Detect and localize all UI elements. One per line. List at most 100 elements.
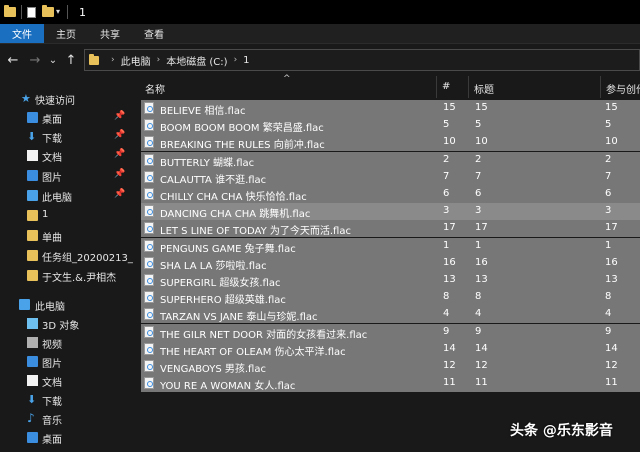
back-button[interactable]: ← xyxy=(2,49,24,71)
sidebar-item-music[interactable]: ♪ 音乐 xyxy=(0,409,135,428)
sidebar-item-task-group[interactable]: 任务组_20200213_ xyxy=(0,246,135,265)
file-row[interactable]: BUTTERLY 蝴蝶.flac 2 2 2 xyxy=(141,151,640,169)
new-folder-icon[interactable] xyxy=(42,5,54,17)
navigation-pane: ★ 快速访问 桌面 📌 ⬇ 下载 📌 文档 📌 图片 📌 此电脑 📌 1 单曲 … xyxy=(0,76,135,452)
sidebar-item-this-pc-quick[interactable]: 此电脑 📌 xyxy=(0,186,135,205)
contributing-artists: 3 xyxy=(605,205,612,217)
contributing-artists: 13 xyxy=(605,274,618,285)
file-row[interactable]: CHILLY CHA CHA 快乐恰恰.flac 6 6 6 xyxy=(141,186,640,203)
file-row[interactable]: LET S LINE OF TODAY 为了今天而活.flac 17 17 17 xyxy=(141,220,640,238)
breadcrumb-this-pc[interactable]: 此电脑 xyxy=(121,53,151,68)
tab-home[interactable]: 主页 xyxy=(44,24,88,43)
pc-icon xyxy=(19,299,30,310)
breadcrumb-folder-1[interactable]: 1 xyxy=(243,55,249,66)
sidebar-item-artist-folder[interactable]: 于文生.&.尹相杰 xyxy=(0,266,135,285)
sidebar-item-3d-objects[interactable]: 3D 对象 xyxy=(0,314,135,333)
customize-toolbar-icon[interactable]: ▾ xyxy=(54,7,62,17)
file-row[interactable]: SUPERGIRL 超级女孩.flac 13 13 13 xyxy=(141,272,640,289)
file-name: THE GILR NET DOOR 对面的女孩看过来.flac xyxy=(160,329,368,341)
track-number: 13 xyxy=(443,274,456,285)
file-row[interactable]: VENGABOYS 男孩.flac 12 12 12 xyxy=(141,358,640,375)
track-title: 14 xyxy=(475,342,488,354)
file-row[interactable]: THE GILR NET DOOR 对面的女孩看过来.flac 9 9 9 xyxy=(141,323,640,341)
file-row[interactable]: YOU RE A WOMAN 女人.flac 11 11 11 xyxy=(141,375,640,393)
file-list-pane: ^ 名称 # 标题 参与创作 BELIEVE 相信.flac151515BOOM… xyxy=(135,74,640,452)
tab-view[interactable]: 查看 xyxy=(132,24,176,43)
properties-icon[interactable] xyxy=(27,6,36,18)
column-header-number[interactable]: # xyxy=(442,81,450,92)
sidebar-item-pictures-pc[interactable]: 图片 xyxy=(0,352,135,371)
navigation-bar: ← → ⌄ ↑ › 此电脑 › 本地磁盘 (C:) › 1 xyxy=(0,44,640,76)
column-header-name[interactable]: 名称 xyxy=(145,81,165,96)
sidebar-item-folder-1[interactable]: 1 xyxy=(0,206,135,225)
file-name: SUPERGIRL 超级女孩.flac xyxy=(160,278,281,289)
file-name: BELIEVE 相信.flac xyxy=(160,106,246,117)
flac-file-icon xyxy=(144,360,154,372)
pictures-icon xyxy=(27,170,38,181)
watermark-text: 头条 @乐东影音 xyxy=(510,423,613,439)
pc-icon xyxy=(27,190,38,201)
column-header-row: ^ 名称 # 标题 参与创作 xyxy=(135,74,640,100)
file-row[interactable]: BOOM BOOM BOOM 繁荣昌盛.flac 5 5 5 xyxy=(141,117,640,135)
flac-file-icon xyxy=(144,205,154,218)
track-number: 12 xyxy=(443,360,456,371)
sidebar-item-this-pc[interactable]: 此电脑 xyxy=(0,295,135,314)
sidebar-item-desktop-pc[interactable]: 桌面 xyxy=(0,428,135,447)
sidebar-item-downloads-pc[interactable]: ⬇ 下载 xyxy=(0,390,135,409)
address-bar[interactable]: › 此电脑 › 本地磁盘 (C:) › 1 xyxy=(84,49,640,71)
column-divider[interactable] xyxy=(600,76,601,98)
file-row[interactable]: THE HEART OF OLEAM 伤心太平洋.flac 14 14 14 xyxy=(141,340,640,358)
sidebar-item-singles[interactable]: 单曲 xyxy=(0,226,135,245)
breadcrumb-local-disk[interactable]: 本地磁盘 (C:) xyxy=(166,53,227,68)
3d-objects-icon xyxy=(27,318,38,329)
tab-share[interactable]: 共享 xyxy=(88,24,132,43)
column-header-contributing-artists[interactable]: 参与创作 xyxy=(606,81,640,96)
flac-file-icon xyxy=(144,308,154,321)
recent-locations-button[interactable]: ⌄ xyxy=(46,49,60,71)
column-divider[interactable] xyxy=(468,76,469,98)
sidebar-item-documents[interactable]: 文档 📌 xyxy=(0,146,135,165)
column-header-title[interactable]: 标题 xyxy=(474,81,494,96)
forward-button[interactable]: → xyxy=(24,49,46,71)
file-name: PENGUNS GAME 兔子舞.flac xyxy=(160,243,296,255)
download-icon: ⬇ xyxy=(27,393,37,406)
file-row[interactable]: BREAKING THE RULES 向前冲.flac 10 10 10 xyxy=(141,134,640,152)
file-row[interactable]: PENGUNS GAME 兔子舞.flac 1 1 1 xyxy=(141,237,640,255)
track-title: 15 xyxy=(475,102,488,113)
file-name: BOOM BOOM BOOM 繁荣昌盛.flac xyxy=(160,123,324,135)
track-title: 13 xyxy=(475,274,488,285)
sidebar-item-downloads[interactable]: ⬇ 下载 📌 xyxy=(0,127,135,146)
folder-icon xyxy=(4,5,16,17)
flac-file-icon xyxy=(144,188,154,200)
pictures-icon xyxy=(27,356,38,367)
track-title: 2 xyxy=(475,153,482,165)
file-row[interactable]: SUPERHERO 超级英雄.flac 8 8 8 xyxy=(141,289,640,307)
column-divider[interactable] xyxy=(436,76,437,98)
sidebar-item-pictures[interactable]: 图片 📌 xyxy=(0,166,135,185)
up-button[interactable]: ↑ xyxy=(60,49,82,71)
file-row[interactable]: BELIEVE 相信.flac 15 15 15 xyxy=(141,100,640,117)
file-row[interactable]: DANCING CHA CHA 跳舞机.flac 3 3 3 xyxy=(141,203,640,221)
sidebar-item-desktop[interactable]: 桌面 📌 xyxy=(0,108,135,127)
desktop-icon xyxy=(27,112,38,123)
sidebar-item-videos[interactable]: 视频 xyxy=(0,333,135,352)
file-row[interactable]: SHA LA LA 莎啦啦.flac 16 16 16 xyxy=(141,254,640,272)
flac-file-icon xyxy=(144,342,154,355)
file-name: TARZAN VS JANE 泰山与珍妮.flac xyxy=(160,312,318,324)
breadcrumb-separator: › xyxy=(111,55,115,65)
track-number: 5 xyxy=(443,119,450,131)
contributing-artists: 5 xyxy=(605,119,612,131)
track-number: 4 xyxy=(443,308,450,320)
track-title: 17 xyxy=(475,222,488,234)
sidebar-item-documents-pc[interactable]: 文档 xyxy=(0,371,135,390)
track-title: 10 xyxy=(475,136,488,148)
star-icon: ★ xyxy=(21,92,31,105)
tab-file[interactable]: 文件 xyxy=(0,24,44,43)
file-name: BREAKING THE RULES 向前冲.flac xyxy=(160,140,325,152)
contributing-artists: 2 xyxy=(605,153,612,165)
sidebar-item-quick-access[interactable]: ★ 快速访问 xyxy=(0,89,135,108)
file-row[interactable]: CALAUTTA 谁不逛.flac 7 7 7 xyxy=(141,168,640,186)
window-title: 1 xyxy=(79,5,86,19)
track-number: 2 xyxy=(443,153,450,165)
file-row[interactable]: TARZAN VS JANE 泰山与珍妮.flac 4 4 4 xyxy=(141,306,640,324)
